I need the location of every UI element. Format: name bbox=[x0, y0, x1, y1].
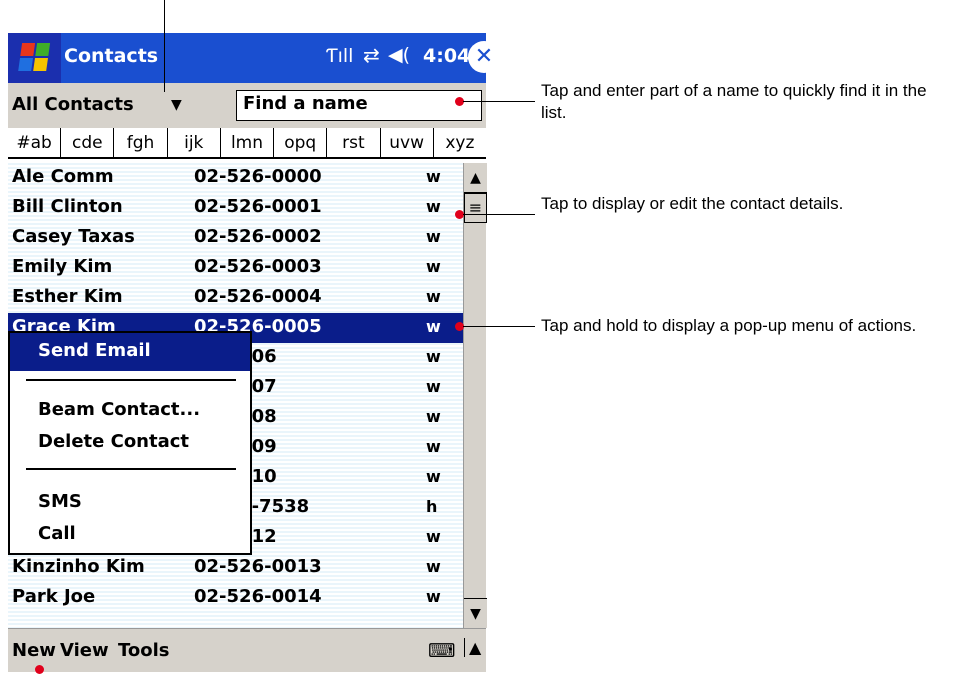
contact-phone-type: w bbox=[426, 437, 441, 456]
list-item[interactable]: Bill Clinton 02-526-0001 w bbox=[8, 193, 463, 223]
list-item[interactable]: Casey Taxas 02-526-0002 w bbox=[8, 223, 463, 253]
sms-menu-item[interactable]: SMS bbox=[38, 491, 82, 512]
callout-find: Tap and enter part of a name to quickly … bbox=[541, 81, 927, 122]
callout-line-details bbox=[463, 214, 535, 215]
title-bar: Contacts Ƭıll ⇄ ◀( 4:04 ✕ bbox=[8, 33, 500, 83]
tab-ijk[interactable]: ijk bbox=[168, 128, 221, 157]
volume-icon[interactable]: ◀( bbox=[388, 44, 410, 66]
sync-icon[interactable]: ⇄ bbox=[363, 43, 380, 67]
find-name-input[interactable]: Find a name bbox=[236, 90, 482, 121]
close-icon[interactable]: ✕ bbox=[468, 41, 500, 73]
tab-xyz[interactable]: xyz bbox=[434, 128, 486, 157]
scrollbar[interactable]: ▲ ≡ ▼ bbox=[463, 163, 487, 628]
contact-phone-type: w bbox=[426, 167, 441, 186]
callout-popup: Tap and hold to display a pop-up menu of… bbox=[541, 316, 917, 335]
callout-line-find bbox=[463, 101, 535, 102]
tools-menu[interactable]: Tools bbox=[118, 640, 170, 661]
tab-cde[interactable]: cde bbox=[61, 128, 115, 157]
chevron-down-icon[interactable]: ▼ bbox=[171, 97, 182, 113]
contact-phone: 02-526-0002 bbox=[194, 226, 322, 247]
callout-line-popup bbox=[463, 326, 535, 327]
scroll-thumb[interactable]: ≡ bbox=[464, 193, 487, 223]
beam-contact-menu-item[interactable]: Beam Contact... bbox=[38, 399, 200, 420]
contact-phone-type: w bbox=[426, 587, 441, 606]
view-menu[interactable]: View bbox=[60, 640, 109, 661]
contact-name: Ale Comm bbox=[12, 166, 114, 187]
menu-separator bbox=[26, 468, 236, 470]
windows-logo-icon bbox=[18, 43, 52, 73]
contact-phone-type: w bbox=[426, 467, 441, 486]
contact-phone: 02-526-0001 bbox=[194, 196, 322, 217]
call-menu-item[interactable]: Call bbox=[38, 523, 76, 544]
callout-line-category bbox=[164, 0, 165, 92]
clock[interactable]: 4:04 bbox=[423, 45, 470, 67]
scroll-down-arrow-icon[interactable]: ▼ bbox=[464, 598, 487, 628]
contact-name: Emily Kim bbox=[12, 256, 113, 277]
start-button[interactable] bbox=[8, 33, 61, 83]
filter-bar: All Contacts ▼ Find a name bbox=[8, 83, 486, 128]
tab-rst[interactable]: rst bbox=[327, 128, 381, 157]
contact-phone-type: w bbox=[426, 287, 441, 306]
send-email-menu-item[interactable]: Send Email bbox=[10, 333, 250, 371]
tab-lmn[interactable]: lmn bbox=[221, 128, 275, 157]
tab-opq[interactable]: opq bbox=[274, 128, 328, 157]
contact-phone-type: w bbox=[426, 347, 441, 366]
contact-phone: 02-526-0004 bbox=[194, 286, 322, 307]
list-item[interactable]: Park Joe 02-526-0014 w bbox=[8, 583, 463, 613]
keyboard-icon[interactable]: ⌨ bbox=[428, 640, 455, 662]
menu-bar: New View Tools ⌨ ▲ bbox=[8, 628, 486, 672]
contact-phone-type: h bbox=[426, 497, 438, 516]
callout-dot-new bbox=[35, 665, 44, 674]
contact-phone: 02-526-0013 bbox=[194, 556, 322, 577]
contact-name: Park Joe bbox=[12, 586, 96, 607]
contact-phone-type: w bbox=[426, 527, 441, 546]
app-title: Contacts bbox=[64, 45, 159, 67]
contact-phone-type: w bbox=[426, 227, 441, 246]
contact-phone-type: w bbox=[426, 257, 441, 276]
contact-name: Casey Taxas bbox=[12, 226, 135, 247]
input-panel-arrow-icon[interactable]: ▲ bbox=[464, 638, 481, 657]
contact-phone: 02-526-0014 bbox=[194, 586, 322, 607]
new-menu[interactable]: New bbox=[12, 640, 56, 661]
signal-icon[interactable]: Ƭıll bbox=[326, 45, 353, 67]
list-item[interactable]: Kinzinho Kim 02-526-0013 w bbox=[8, 553, 463, 583]
tab-fgh[interactable]: fgh bbox=[114, 128, 168, 157]
contact-phone-type: w bbox=[426, 317, 441, 336]
contact-phone: 02-526-0000 bbox=[194, 166, 322, 187]
contact-phone-type: w bbox=[426, 407, 441, 426]
contact-name: Bill Clinton bbox=[12, 196, 123, 217]
tab-uvw[interactable]: uvw bbox=[381, 128, 434, 157]
category-dropdown[interactable]: All Contacts bbox=[12, 94, 134, 115]
pocket-pc-screen: Contacts Ƭıll ⇄ ◀( 4:04 ✕ All Contacts ▼… bbox=[8, 33, 500, 672]
list-item[interactable]: Emily Kim 02-526-0003 w bbox=[8, 253, 463, 283]
contact-name: Kinzinho Kim bbox=[12, 556, 145, 577]
list-item[interactable]: Ale Comm 02-526-0000 w bbox=[8, 163, 463, 193]
callout-details: Tap to display or edit the contact detai… bbox=[541, 194, 844, 213]
index-tabs: #ab cde fgh ijk lmn opq rst uvw xyz bbox=[8, 128, 486, 159]
delete-contact-menu-item[interactable]: Delete Contact bbox=[38, 431, 189, 452]
tab-ab[interactable]: #ab bbox=[8, 128, 62, 157]
contact-phone-type: w bbox=[426, 557, 441, 576]
popup-menu: Send Email Beam Contact... Delete Contac… bbox=[8, 331, 252, 555]
contact-phone: 02-526-0003 bbox=[194, 256, 322, 277]
contact-phone-type: w bbox=[426, 197, 441, 216]
contact-name: Esther Kim bbox=[12, 286, 123, 307]
scroll-up-arrow-icon[interactable]: ▲ bbox=[464, 163, 487, 193]
menu-separator bbox=[26, 379, 236, 381]
list-item[interactable]: Esther Kim 02-526-0004 w bbox=[8, 283, 463, 313]
contact-phone-type: w bbox=[426, 377, 441, 396]
